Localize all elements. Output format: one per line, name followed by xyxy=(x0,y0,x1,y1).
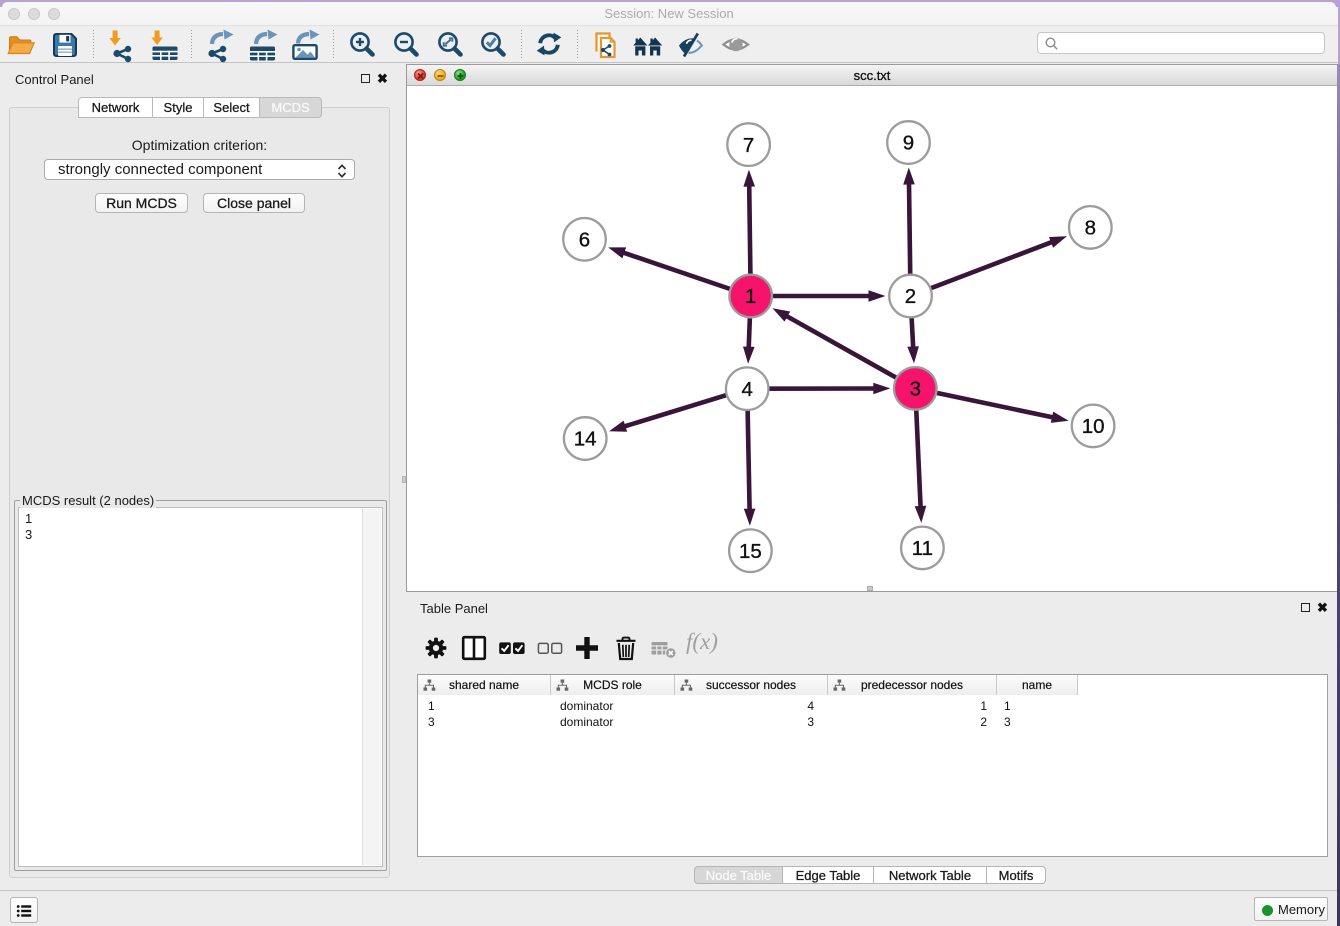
svg-text:11: 11 xyxy=(912,537,933,560)
svg-text:9: 9 xyxy=(903,132,914,155)
svg-text:14: 14 xyxy=(574,428,597,451)
svg-text:10: 10 xyxy=(1082,415,1105,438)
svg-text:1: 1 xyxy=(745,285,756,308)
svg-text:8: 8 xyxy=(1085,217,1096,240)
svg-text:7: 7 xyxy=(743,134,754,157)
svg-text:4: 4 xyxy=(741,378,752,401)
svg-text:6: 6 xyxy=(579,229,590,252)
svg-text:3: 3 xyxy=(910,378,921,401)
svg-text:2: 2 xyxy=(905,285,916,308)
svg-text:15: 15 xyxy=(739,540,762,563)
